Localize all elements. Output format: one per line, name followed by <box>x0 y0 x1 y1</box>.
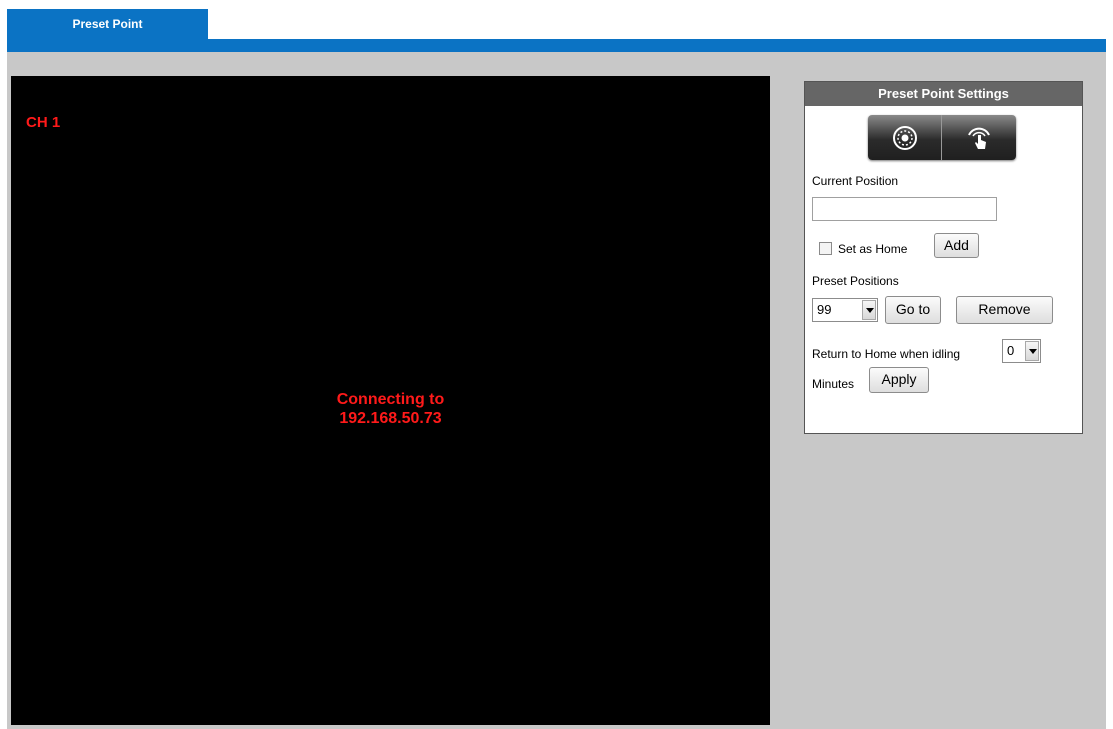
dial-button[interactable] <box>868 115 942 160</box>
tab-bar: Preset Point <box>0 0 1113 52</box>
remove-button[interactable]: Remove <box>956 296 1053 324</box>
set-as-home-label: Set as Home <box>838 242 908 256</box>
connection-status: Connecting to 192.168.50.73 <box>11 390 770 428</box>
connection-status-ip: 192.168.50.73 <box>339 410 442 427</box>
connection-status-line1: Connecting to <box>336 391 445 408</box>
return-home-label: Return to Home when idling <box>812 347 961 361</box>
chevron-down-icon <box>862 300 876 320</box>
add-button[interactable]: Add <box>934 233 979 258</box>
video-view[interactable]: CH 1 Connecting to 192.168.50.73 <box>11 76 770 725</box>
minutes-label: Minutes <box>812 377 855 391</box>
current-position-input[interactable] <box>812 197 997 221</box>
set-as-home-checkbox[interactable] <box>819 242 832 255</box>
preset-point-settings-panel: Preset Point Settings Current Position S… <box>804 81 1083 434</box>
channel-label: CH 1 <box>26 114 61 131</box>
idle-minutes-select[interactable]: 0 <box>1002 339 1041 363</box>
preset-positions-label: Preset Positions <box>812 274 899 288</box>
current-position-label: Current Position <box>812 174 899 188</box>
dial-icon <box>892 125 917 150</box>
idle-minutes-value: 0 <box>1007 343 1015 358</box>
tab-underline <box>7 39 1106 52</box>
hand-pointer-icon <box>967 127 990 149</box>
go-to-button[interactable]: Go to <box>885 296 941 324</box>
panel-title: Preset Point Settings <box>805 82 1082 106</box>
hand-pointer-button[interactable] <box>942 115 1015 160</box>
tab-preset-point[interactable]: Preset Point <box>7 9 208 39</box>
preset-position-select[interactable]: 99 <box>812 298 878 322</box>
chevron-down-icon <box>1025 341 1039 361</box>
preset-position-value: 99 <box>817 302 832 317</box>
apply-button[interactable]: Apply <box>869 367 929 393</box>
ptz-button-group <box>868 115 1016 160</box>
